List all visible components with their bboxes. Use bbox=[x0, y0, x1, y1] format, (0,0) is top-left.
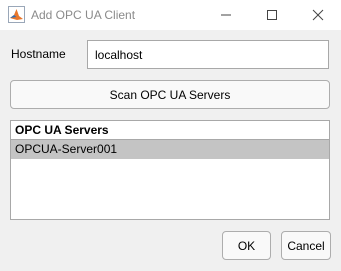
matlab-icon bbox=[8, 6, 25, 23]
minimize-icon bbox=[221, 14, 231, 16]
close-icon bbox=[312, 9, 324, 21]
title-bar: Add OPC UA Client bbox=[0, 0, 341, 30]
servers-list[interactable]: OPC UA Servers OPCUA-Server001 bbox=[10, 120, 330, 220]
close-button[interactable] bbox=[295, 0, 341, 30]
maximize-icon bbox=[267, 10, 277, 20]
window-title: Add OPC UA Client bbox=[31, 8, 136, 22]
scan-servers-button[interactable]: Scan OPC UA Servers bbox=[10, 80, 330, 109]
servers-list-header: OPC UA Servers bbox=[11, 121, 329, 140]
maximize-button[interactable] bbox=[249, 0, 295, 30]
hostname-input[interactable] bbox=[87, 40, 329, 69]
minimize-button[interactable] bbox=[203, 0, 249, 30]
cancel-button[interactable]: Cancel bbox=[281, 231, 331, 260]
ok-button[interactable]: OK bbox=[222, 231, 271, 260]
hostname-label: Hostname bbox=[11, 47, 66, 61]
server-list-item[interactable]: OPCUA-Server001 bbox=[11, 140, 329, 159]
